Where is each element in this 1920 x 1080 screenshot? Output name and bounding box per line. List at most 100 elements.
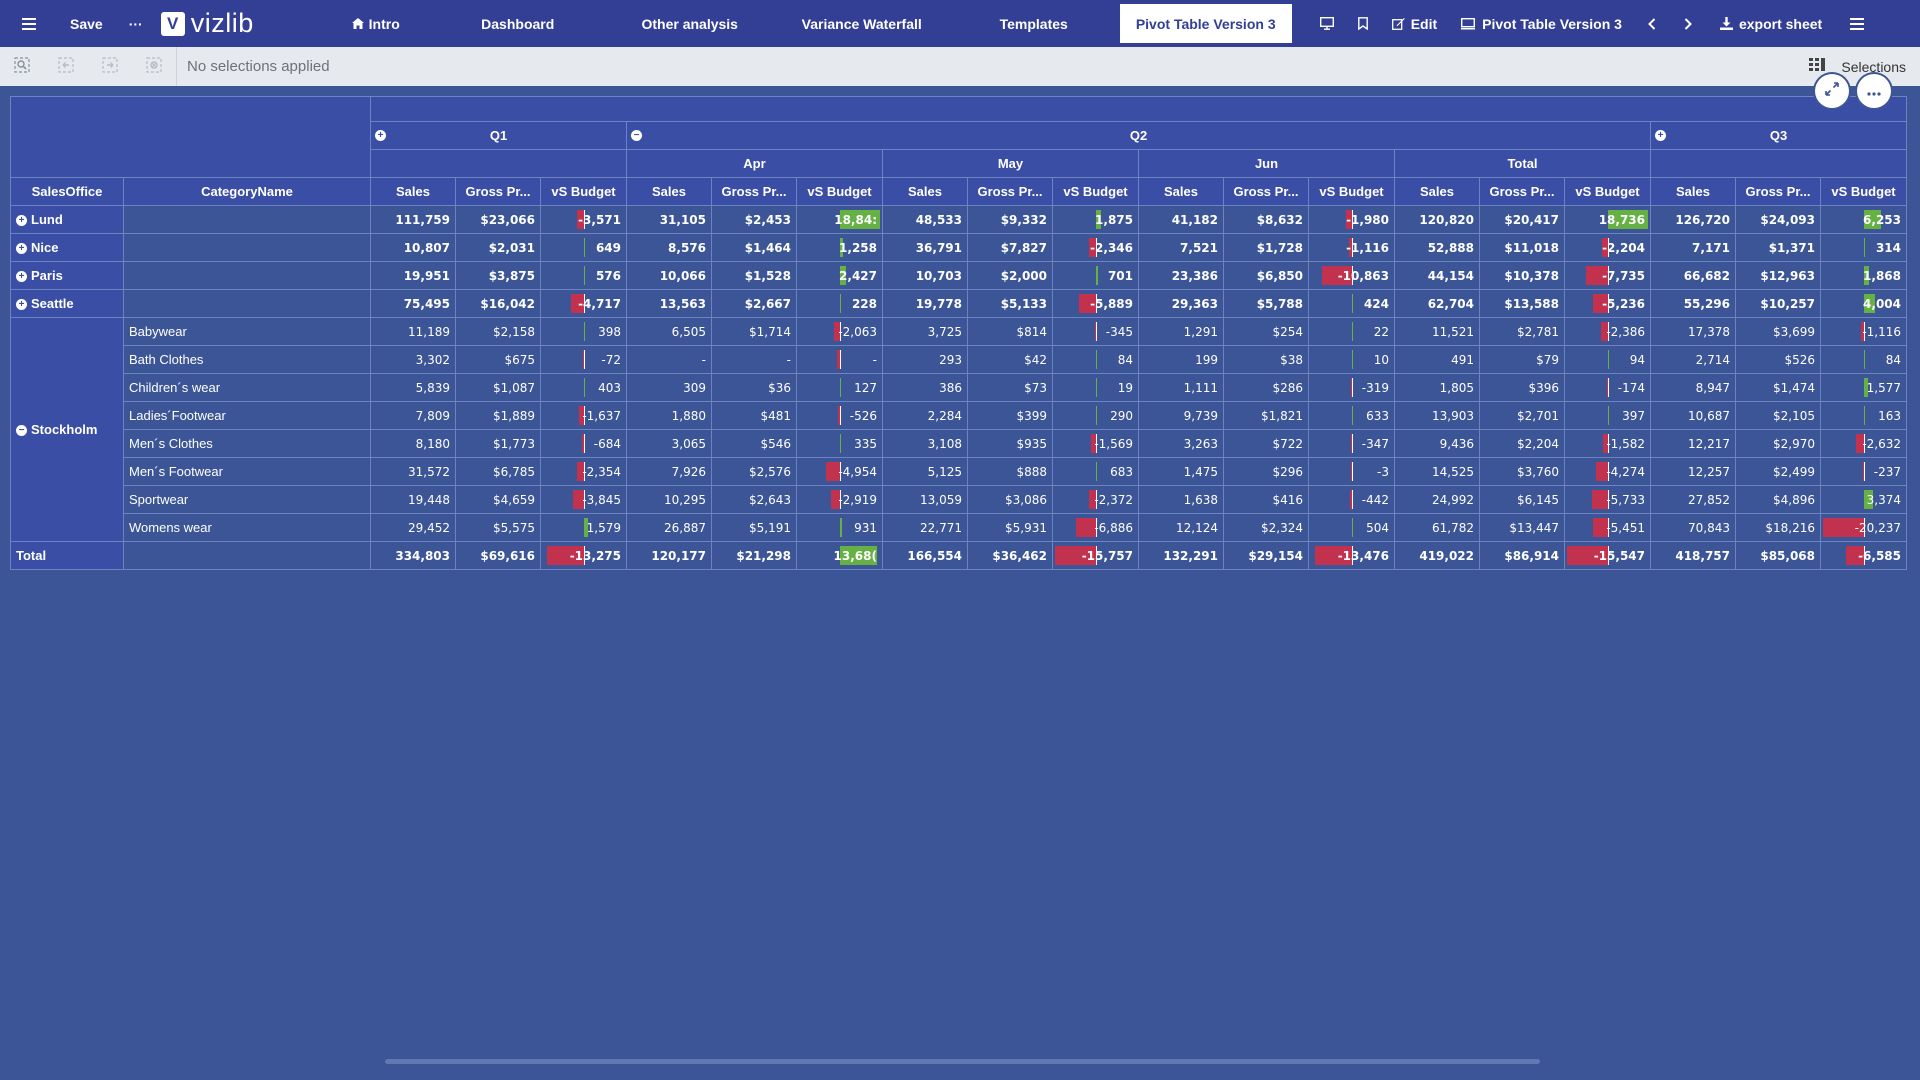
gross-profit-cell[interactable]: $21,298 [711,541,797,570]
gross-profit-cell[interactable]: $2,000 [967,261,1053,290]
category-cell[interactable]: Babywear [123,317,371,346]
gross-profit-cell[interactable]: $8,632 [1223,205,1309,234]
tab-variance-waterfall[interactable]: Variance Waterfall [776,0,948,47]
budget-variance-cell[interactable]: -6,886 [1052,513,1139,542]
budget-variance-cell[interactable]: -1,637 [540,401,627,430]
measure-header-budget[interactable]: vS Budget [540,177,627,206]
measure-header-gross[interactable]: Gross Pr... [711,177,797,206]
expand-collapse-icon[interactable]: + [375,130,386,141]
gross-profit-cell[interactable]: $1,714 [711,317,797,346]
gross-profit-cell[interactable]: $399 [967,401,1053,430]
gross-profit-cell[interactable]: $1,464 [711,233,797,262]
budget-variance-cell[interactable]: -2,063 [796,317,883,346]
budget-variance-cell[interactable]: 424 [1308,289,1395,318]
sales-cell[interactable]: 3,302 [370,345,456,374]
gross-profit-cell[interactable]: $888 [967,457,1053,486]
budget-variance-cell[interactable]: -2,204 [1564,233,1651,262]
gross-profit-cell[interactable]: $38 [1223,345,1309,374]
budget-variance-cell[interactable]: 649 [540,233,627,262]
budget-variance-cell[interactable]: 314 [1820,233,1907,262]
budget-variance-cell[interactable]: -3,571 [540,205,627,234]
sales-cell[interactable]: 10,703 [882,261,968,290]
budget-variance-cell[interactable]: 701 [1052,261,1139,290]
sales-cell[interactable]: 10,687 [1650,401,1736,430]
gross-profit-cell[interactable]: $5,931 [967,513,1053,542]
month-header-total[interactable]: Total [1394,149,1651,178]
sales-cell[interactable]: 166,554 [882,541,968,570]
measure-header-sales[interactable]: Sales [626,177,712,206]
budget-variance-cell[interactable]: -2,632 [1820,429,1907,458]
gross-profit-cell[interactable]: $286 [1223,373,1309,402]
gross-profit-cell[interactable]: $36,462 [967,541,1053,570]
gross-profit-cell[interactable]: $526 [1735,345,1821,374]
sales-cell[interactable]: - [626,345,712,374]
budget-variance-cell[interactable]: 94 [1564,345,1651,374]
gross-profit-cell[interactable]: $86,914 [1479,541,1565,570]
gross-profit-cell[interactable]: - [711,345,797,374]
sales-cell[interactable]: 19,778 [882,289,968,318]
office-cell[interactable]: + Lund [10,205,124,234]
gross-profit-cell[interactable]: $42 [967,345,1053,374]
category-cell[interactable]: Womens wear [123,513,371,542]
gross-profit-cell[interactable]: $1,821 [1223,401,1309,430]
measure-header-sales[interactable]: Sales [1394,177,1480,206]
gross-profit-cell[interactable]: $2,158 [455,317,541,346]
quarter-header-q1[interactable]: + Q1 [370,121,627,150]
sales-cell[interactable]: 31,105 [626,205,712,234]
gross-profit-cell[interactable]: $935 [967,429,1053,458]
gross-profit-cell[interactable]: $18,216 [1735,513,1821,542]
header-categoryname[interactable]: CategoryName [123,177,371,206]
sales-cell[interactable]: 10,295 [626,485,712,514]
gross-profit-cell[interactable]: $20,417 [1479,205,1565,234]
gross-profit-cell[interactable]: $1,728 [1223,233,1309,262]
gross-profit-cell[interactable]: $1,773 [455,429,541,458]
expand-icon[interactable]: + [16,299,27,311]
gross-profit-cell[interactable]: $1,087 [455,373,541,402]
budget-variance-cell[interactable]: -684 [540,429,627,458]
gross-profit-cell[interactable]: $24,093 [1735,205,1821,234]
sales-cell[interactable]: 41,182 [1138,205,1224,234]
category-cell[interactable]: Sportwear [123,485,371,514]
sales-cell[interactable]: 48,533 [882,205,968,234]
sales-cell[interactable]: 120,820 [1394,205,1480,234]
present-button[interactable] [1308,0,1346,47]
gross-profit-cell[interactable]: $722 [1223,429,1309,458]
gross-profit-cell[interactable]: $3,699 [1735,317,1821,346]
step-forward-button[interactable] [88,47,132,86]
gross-profit-cell[interactable]: $2,781 [1479,317,1565,346]
month-header-may[interactable]: May [882,149,1139,178]
sales-cell[interactable]: 334,803 [370,541,456,570]
budget-variance-cell[interactable]: 1,577 [1820,373,1907,402]
budget-variance-cell[interactable]: 683 [1052,457,1139,486]
budget-variance-cell[interactable]: 163 [1820,401,1907,430]
export-sheet-button[interactable]: export sheet [1706,0,1836,47]
budget-variance-cell[interactable]: -15,757 [1052,541,1139,570]
gross-profit-cell[interactable]: $29,154 [1223,541,1309,570]
sales-cell[interactable]: 29,363 [1138,289,1224,318]
sales-cell[interactable]: 13,903 [1394,401,1480,430]
header-salesoffice[interactable]: SalesOffice [10,177,124,206]
measure-header-sales[interactable]: Sales [1650,177,1736,206]
budget-variance-cell[interactable]: 18,84: [796,205,883,234]
sales-cell[interactable]: 13,563 [626,289,712,318]
budget-variance-cell[interactable]: -347 [1308,429,1395,458]
hamburger-menu-button[interactable] [0,0,54,47]
gross-profit-cell[interactable]: $481 [711,401,797,430]
sales-cell[interactable]: 5,125 [882,457,968,486]
budget-variance-cell[interactable]: 397 [1564,401,1651,430]
budget-variance-cell[interactable]: 19 [1052,373,1139,402]
sales-cell[interactable]: 1,880 [626,401,712,430]
gross-profit-cell[interactable]: $11,018 [1479,233,1565,262]
sales-cell[interactable]: 1,475 [1138,457,1224,486]
sales-cell[interactable]: 22,771 [882,513,968,542]
gross-profit-cell[interactable]: $13,588 [1479,289,1565,318]
sales-cell[interactable]: 3,108 [882,429,968,458]
budget-variance-cell[interactable]: - [796,345,883,374]
budget-variance-cell[interactable]: 18,736 [1564,205,1651,234]
budget-variance-cell[interactable]: 6,253 [1820,205,1907,234]
sales-cell[interactable]: 293 [882,345,968,374]
tab-dashboard[interactable]: Dashboard [432,0,604,47]
sales-cell[interactable]: 1,638 [1138,485,1224,514]
gross-profit-cell[interactable]: $1,474 [1735,373,1821,402]
budget-variance-cell[interactable]: 3,374 [1820,485,1907,514]
